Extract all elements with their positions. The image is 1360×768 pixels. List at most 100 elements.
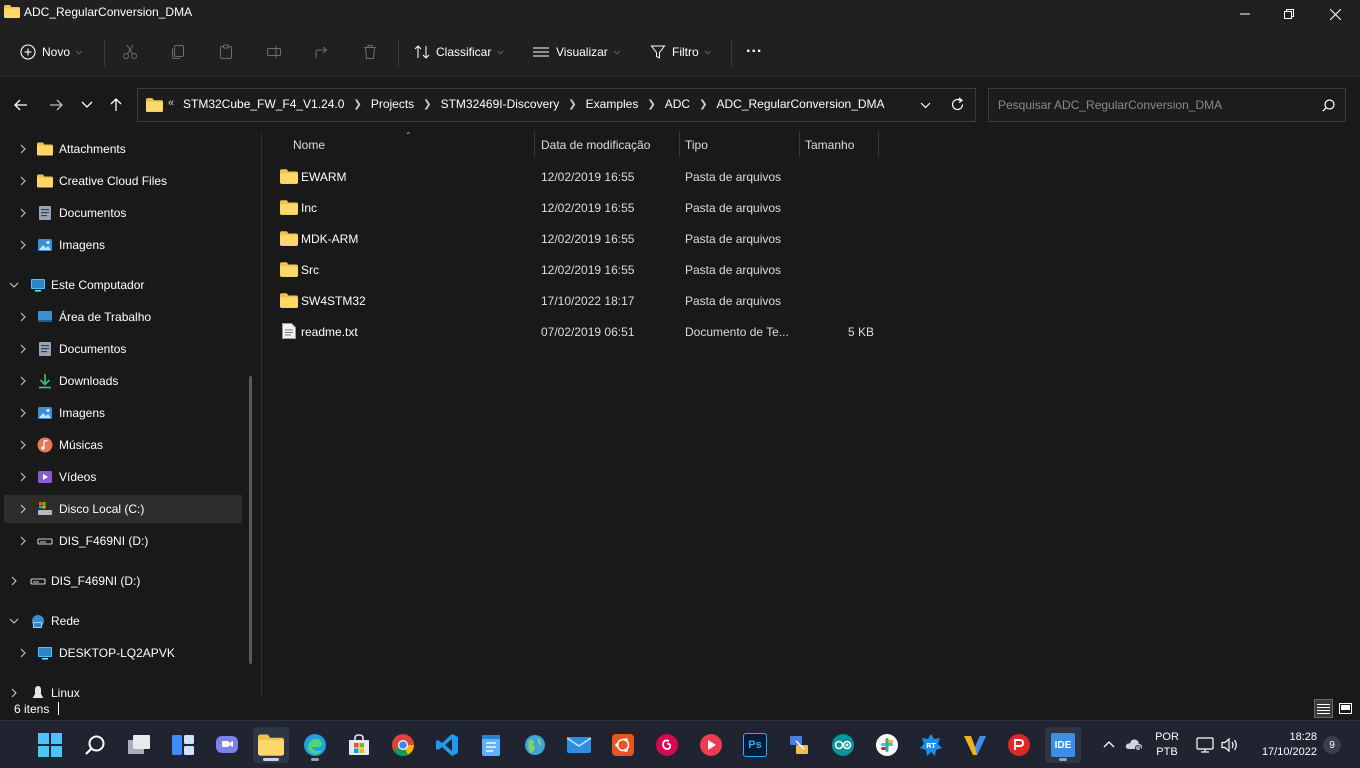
- notepad-button[interactable]: [473, 727, 509, 763]
- details-view-button[interactable]: [1314, 699, 1333, 718]
- chevron-right-icon[interactable]: [18, 440, 28, 450]
- chevron-down-icon[interactable]: [9, 616, 19, 626]
- chevron-right-icon[interactable]: [18, 472, 28, 482]
- sidebar-item-attachments[interactable]: Attachments: [0, 135, 242, 163]
- chevron-right-icon[interactable]: [18, 408, 28, 418]
- address-bar[interactable]: « STM32Cube_FW_F4_V1.24.0 ❯ Projects ❯ S…: [137, 88, 976, 122]
- new-button[interactable]: Novo ⌵: [20, 38, 82, 66]
- chevron-down-icon[interactable]: [920, 102, 931, 109]
- maximize-button[interactable]: [1266, 0, 1312, 28]
- table-row[interactable]: SW4STM32 17/10/2022 18:17 Pasta de arqui…: [274, 285, 894, 316]
- crumb[interactable]: Projects: [371, 97, 414, 111]
- onedrive-icon[interactable]: [1125, 737, 1143, 751]
- task-view-button[interactable]: [121, 727, 157, 763]
- chevron-down-icon[interactable]: [9, 280, 19, 290]
- start-button[interactable]: [32, 727, 68, 763]
- chevron-right-icon[interactable]: [18, 240, 28, 250]
- up-button[interactable]: [104, 93, 128, 117]
- sidebar-item-usb-drive[interactable]: DIS_F469NI (D:): [0, 527, 242, 555]
- overflow-crumb[interactable]: «: [168, 97, 174, 109]
- sidebar-item-desktop[interactable]: Área de Trabalho: [0, 303, 242, 331]
- chrome-button[interactable]: [385, 727, 421, 763]
- mail-button[interactable]: [561, 727, 597, 763]
- close-button[interactable]: [1312, 0, 1358, 28]
- pdf-reader-button[interactable]: [1001, 727, 1037, 763]
- sidebar-item-pictures[interactable]: Imagens: [0, 399, 242, 427]
- volume-icon[interactable]: [1221, 737, 1239, 753]
- vivado-button[interactable]: [957, 727, 993, 763]
- crumb[interactable]: Examples: [586, 97, 639, 111]
- chevron-right-icon[interactable]: [18, 376, 28, 386]
- column-divider[interactable]: [679, 132, 680, 156]
- table-row[interactable]: MDK-ARM 12/02/2019 16:55 Pasta de arquiv…: [274, 223, 894, 254]
- search-icon[interactable]: [1322, 99, 1335, 112]
- rename-button[interactable]: [266, 38, 282, 66]
- chevron-right-icon[interactable]: ❯: [699, 99, 707, 110]
- cut-button[interactable]: [122, 38, 138, 66]
- chevron-right-icon[interactable]: [9, 688, 19, 698]
- column-header-date[interactable]: Data de modificação: [541, 132, 650, 158]
- share-button[interactable]: [314, 38, 330, 66]
- column-header-size[interactable]: Tamanho: [805, 132, 854, 158]
- sort-button[interactable]: Classificar ⌵: [414, 38, 503, 66]
- chevron-right-icon[interactable]: [9, 576, 19, 586]
- clock[interactable]: 18:28 17/10/2022: [1251, 730, 1317, 760]
- column-header-type[interactable]: Tipo: [685, 132, 708, 158]
- table-row[interactable]: Inc 12/02/2019 16:55 Pasta de arquivos: [274, 192, 894, 223]
- chevron-right-icon[interactable]: ❯: [353, 99, 361, 110]
- refresh-icon[interactable]: [950, 97, 965, 112]
- column-divider[interactable]: [799, 132, 800, 156]
- maps-button[interactable]: [517, 727, 553, 763]
- table-row[interactable]: readme.txt 07/02/2019 06:51 Documento de…: [274, 316, 894, 347]
- debian-button[interactable]: [649, 727, 685, 763]
- back-button[interactable]: [9, 93, 33, 117]
- sidebar-item-network[interactable]: Rede: [0, 607, 242, 635]
- column-divider[interactable]: [878, 132, 879, 156]
- sidebar-item-pictures-quick[interactable]: Imagens: [0, 231, 242, 259]
- keyboard-language[interactable]: POR PTB: [1153, 730, 1181, 760]
- sidebar-scrollbar[interactable]: [249, 376, 252, 664]
- sidebar-item-documents[interactable]: Documentos: [0, 335, 242, 363]
- rt-thread-button[interactable]: RT: [913, 727, 949, 763]
- table-row[interactable]: EWARM 12/02/2019 16:55 Pasta de arquivos: [274, 161, 894, 192]
- column-divider[interactable]: [534, 132, 535, 156]
- monitor-network-icon[interactable]: [1196, 737, 1214, 753]
- sidebar-item-network-pc[interactable]: DESKTOP-LQ2APVK: [0, 639, 242, 667]
- sidebar-item-music[interactable]: Músicas: [0, 431, 242, 459]
- table-row[interactable]: Src 12/02/2019 16:55 Pasta de arquivos: [274, 254, 894, 285]
- crumb[interactable]: STM32Cube_FW_F4_V1.24.0: [183, 97, 344, 111]
- filter-button[interactable]: Filtro ⌵: [650, 38, 711, 66]
- slack-button[interactable]: [869, 727, 905, 763]
- search-button[interactable]: [77, 727, 113, 763]
- chevron-up-icon[interactable]: [1103, 740, 1115, 748]
- recent-locations-button[interactable]: [75, 93, 99, 117]
- chevron-right-icon[interactable]: ❯: [647, 99, 655, 110]
- chevron-right-icon[interactable]: [18, 312, 28, 322]
- forward-button[interactable]: [44, 93, 68, 117]
- view-button[interactable]: Visualizar ⌵: [532, 38, 620, 66]
- widgets-button[interactable]: [165, 727, 201, 763]
- copy-button[interactable]: [170, 38, 186, 66]
- chevron-right-icon[interactable]: [18, 648, 28, 658]
- media-player-button[interactable]: [693, 727, 729, 763]
- chevron-right-icon[interactable]: ❯: [423, 99, 431, 110]
- sidebar-item-documents-quick[interactable]: Documentos: [0, 199, 242, 227]
- sidebar-item-usb-drive-root[interactable]: DIS_F469NI (D:): [0, 567, 242, 595]
- sidebar-item-local-disk[interactable]: Disco Local (C:): [4, 495, 242, 523]
- chevron-right-icon[interactable]: ❯: [568, 99, 576, 110]
- column-header-name[interactable]: Nome: [293, 132, 325, 158]
- delete-button[interactable]: [362, 38, 378, 66]
- sidebar-item-creative-cloud[interactable]: Creative Cloud Files: [0, 167, 242, 195]
- file-explorer-taskbar-button[interactable]: [253, 727, 289, 763]
- sidebar-item-linux[interactable]: Linux: [0, 679, 242, 698]
- crumb[interactable]: ADC: [665, 97, 690, 111]
- large-icons-view-button[interactable]: [1336, 699, 1355, 718]
- sidebar-item-this-pc[interactable]: Este Computador: [0, 271, 242, 299]
- sidebar-item-videos[interactable]: Vídeos: [0, 463, 242, 491]
- minimize-button[interactable]: [1222, 0, 1268, 28]
- stm32cubeide-button[interactable]: IDE: [1045, 727, 1081, 763]
- chevron-right-icon[interactable]: [18, 504, 28, 514]
- chevron-right-icon[interactable]: [18, 344, 28, 354]
- microsoft-store-button[interactable]: [341, 727, 377, 763]
- crumb[interactable]: STM32469I-Discovery: [441, 97, 560, 111]
